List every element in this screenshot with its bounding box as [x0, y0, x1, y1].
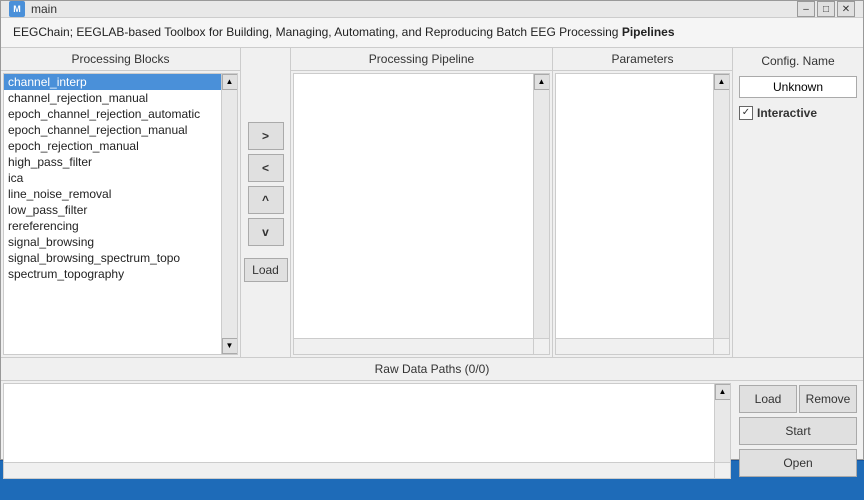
- raw-data-scrollbar-h[interactable]: [4, 462, 714, 478]
- window-title: main: [31, 2, 57, 16]
- scroll-down-arrow[interactable]: ▼: [222, 338, 238, 354]
- blocks-scrollbar[interactable]: ▲ ▼: [221, 74, 237, 354]
- params-scrollbar-h[interactable]: [556, 338, 713, 354]
- processing-pipeline-header: Processing Pipeline: [291, 48, 552, 71]
- minimize-button[interactable]: –: [797, 1, 815, 17]
- panel-blocks: Processing Blocks channel_interp channel…: [1, 48, 241, 357]
- processing-blocks-list-container: channel_interp channel_rejection_manual …: [3, 73, 238, 355]
- list-item[interactable]: line_noise_removal: [4, 186, 221, 202]
- config-name-input[interactable]: [739, 76, 857, 98]
- list-item[interactable]: high_pass_filter: [4, 154, 221, 170]
- main-content: Processing Blocks channel_interp channel…: [1, 48, 863, 481]
- checkbox-check-mark: ✓: [742, 107, 750, 118]
- list-item[interactable]: spectrum_topography: [4, 266, 221, 282]
- raw-data-buttons: Load Remove Start Open: [733, 381, 863, 481]
- open-button[interactable]: Open: [739, 449, 857, 477]
- interactive-row: ✓ Interactive: [739, 106, 857, 120]
- list-item[interactable]: low_pass_filter: [4, 202, 221, 218]
- move-up-button[interactable]: ^: [248, 186, 284, 214]
- list-item[interactable]: signal_browsing: [4, 234, 221, 250]
- pipeline-scrollbar-h[interactable]: [294, 338, 533, 354]
- app-header-bold: Pipelines: [622, 25, 675, 39]
- window-controls: – □ ✕: [797, 1, 855, 17]
- move-down-button[interactable]: v: [248, 218, 284, 246]
- interactive-label: Interactive: [757, 106, 817, 120]
- start-button[interactable]: Start: [739, 417, 857, 445]
- processing-blocks-header: Processing Blocks: [1, 48, 240, 71]
- processing-blocks-list: channel_interp channel_rejection_manual …: [4, 74, 237, 354]
- scroll-track[interactable]: [222, 90, 237, 338]
- params-corner: [713, 338, 729, 354]
- close-button[interactable]: ✕: [837, 1, 855, 17]
- panel-pipeline: Processing Pipeline ▲ ▼: [291, 48, 553, 357]
- params-list[interactable]: ▲ ▼: [555, 73, 730, 355]
- interactive-checkbox[interactable]: ✓: [739, 106, 753, 120]
- app-header-text: EEGChain; EEGLAB-based Toolbox for Build…: [13, 25, 675, 39]
- remove-from-pipeline-button[interactable]: <: [248, 154, 284, 182]
- app-header: EEGChain; EEGLAB-based Toolbox for Build…: [1, 18, 863, 48]
- raw-data-corner: [714, 462, 730, 478]
- raw-load-button[interactable]: Load: [739, 385, 797, 413]
- raw-data-header: Raw Data Paths (0/0): [1, 358, 863, 381]
- list-item[interactable]: epoch_channel_rejection_manual: [4, 122, 221, 138]
- raw-remove-button[interactable]: Remove: [799, 385, 857, 413]
- middle-buttons: > < ^ v Load: [241, 48, 291, 357]
- list-item[interactable]: rereferencing: [4, 218, 221, 234]
- list-item[interactable]: epoch_rejection_manual: [4, 138, 221, 154]
- load-pipeline-button[interactable]: Load: [244, 258, 288, 282]
- params-scroll-up[interactable]: ▲: [714, 74, 730, 90]
- list-item[interactable]: channel_rejection_manual: [4, 90, 221, 106]
- list-item[interactable]: channel_interp: [4, 74, 221, 90]
- load-remove-row: Load Remove: [739, 385, 857, 413]
- raw-data-content: ▲ ▼ Load Remove Start Open: [1, 381, 863, 481]
- maximize-button[interactable]: □: [817, 1, 835, 17]
- app-icon: M: [9, 1, 25, 17]
- params-scroll-track[interactable]: [714, 90, 729, 338]
- list-item[interactable]: ica: [4, 170, 221, 186]
- scroll-up-arrow[interactable]: ▲: [222, 74, 238, 90]
- config-name-header: Config. Name: [739, 54, 857, 68]
- panel-config: Config. Name ✓ Interactive: [733, 48, 863, 357]
- raw-scroll-up[interactable]: ▲: [715, 384, 731, 400]
- raw-scroll-track[interactable]: [715, 400, 730, 462]
- panel-parameters: Parameters ▲ ▼: [553, 48, 733, 357]
- list-item[interactable]: signal_browsing_spectrum_topo: [4, 250, 221, 266]
- add-to-pipeline-button[interactable]: >: [248, 122, 284, 150]
- title-bar: M main – □ ✕: [1, 1, 863, 18]
- pipeline-scroll-up[interactable]: ▲: [534, 74, 550, 90]
- pipeline-list[interactable]: ▲ ▼: [293, 73, 550, 355]
- params-scrollbar-v[interactable]: ▲ ▼: [713, 74, 729, 354]
- top-section: Processing Blocks channel_interp channel…: [1, 48, 863, 358]
- pipeline-corner: [533, 338, 549, 354]
- bottom-section: Raw Data Paths (0/0) ▲ ▼ Load Remove: [1, 358, 863, 481]
- raw-data-list[interactable]: ▲ ▼: [3, 383, 731, 479]
- pipeline-scrollbar-v[interactable]: ▲ ▼: [533, 74, 549, 354]
- list-item[interactable]: epoch_channel_rejection_automatic: [4, 106, 221, 122]
- pipeline-scroll-track[interactable]: [534, 90, 549, 338]
- parameters-header: Parameters: [553, 48, 732, 71]
